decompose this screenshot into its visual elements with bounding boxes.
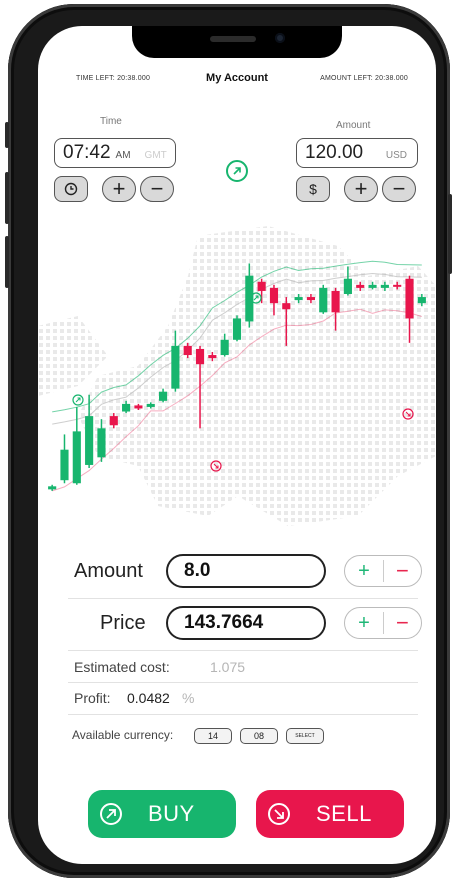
price-plus-button[interactable]: + [345, 613, 383, 633]
price-input[interactable]: 143.7664 [166, 606, 326, 640]
currency-b-chip[interactable]: 08 [240, 728, 278, 744]
divider [68, 598, 418, 599]
candle-body [122, 403, 131, 412]
speaker-grille [210, 36, 256, 42]
mute-switch [5, 122, 9, 148]
amount-left: AMOUNT LEFT: 20:38.000 [320, 75, 408, 82]
divider [68, 714, 418, 715]
candle-body [97, 428, 106, 458]
sell-button[interactable]: SELL [256, 790, 404, 838]
candle-body [331, 290, 340, 313]
candlestick-chart [38, 226, 436, 526]
candle-body [282, 303, 291, 310]
estimated-cost-label: Estimated cost: [74, 659, 170, 675]
profit-unit: % [182, 690, 195, 706]
candle-body [220, 339, 229, 356]
trend-up-icon [226, 160, 248, 182]
amount-currency: USD [385, 150, 407, 161]
candle-body [319, 287, 328, 313]
time-zone: GMT [144, 149, 167, 161]
candle-body [232, 318, 242, 340]
time-plus-button[interactable]: + [102, 176, 136, 202]
candle-body [380, 284, 389, 288]
currency-a-chip[interactable]: 14 [194, 728, 232, 744]
arrow-up-right-icon [100, 803, 122, 825]
arrow-down-right-icon [268, 803, 290, 825]
estimated-cost-value: 1.075 [210, 659, 246, 675]
app-screen: TIME LEFT: 20:38.000 My Account AMOUNT L… [38, 26, 436, 864]
candle-body [48, 486, 57, 490]
candle-body [306, 297, 316, 301]
candle-body [183, 345, 192, 356]
candle-body [171, 345, 180, 389]
divider [68, 682, 418, 683]
buy-button[interactable]: BUY [88, 790, 236, 838]
candle-body [294, 297, 303, 301]
clock-icon [64, 182, 78, 196]
price-minus-button[interactable]: − [384, 612, 421, 634]
notch [132, 26, 342, 58]
phone-frame: TIME LEFT: 20:38.000 My Account AMOUNT L… [5, 4, 452, 878]
candle-body [343, 278, 352, 294]
candle-body [245, 275, 254, 322]
select-currency-button[interactable]: SELECT [286, 728, 324, 744]
amount-top-label: Amount [336, 120, 371, 131]
front-camera [275, 33, 285, 43]
amount-minus-button[interactable]: − [384, 560, 421, 582]
amount-top-value: 120.00 [305, 142, 364, 163]
time-label: Time [100, 116, 122, 127]
amount-top-minus-button[interactable]: − [382, 176, 416, 202]
candle-body [60, 449, 69, 481]
buy-signal-icon [72, 394, 84, 406]
candle-body [393, 284, 402, 287]
candle-body [134, 405, 143, 409]
amount-top-plus-button[interactable]: + [344, 176, 378, 202]
profit-value: 0.0482 [127, 690, 170, 706]
price-label: Price [100, 612, 146, 634]
time-minus-button[interactable]: − [140, 176, 174, 202]
world-map-background [38, 226, 436, 526]
buy-label: BUY [148, 801, 195, 826]
candle-body [195, 348, 205, 365]
volume-up-button [5, 172, 9, 224]
amount-label: Amount [74, 560, 143, 582]
candle-body [146, 403, 155, 407]
account-header: TIME LEFT: 20:38.000 My Account AMOUNT L… [38, 70, 436, 90]
candle-body [269, 287, 279, 304]
divider [68, 650, 418, 651]
available-currency-label: Available currency: [72, 728, 174, 742]
time-value: 07:42 [63, 142, 111, 163]
candle-body [109, 416, 118, 426]
sell-label: SELL [316, 801, 372, 826]
power-button [448, 194, 452, 274]
candle-body [405, 278, 414, 319]
volume-down-button [5, 236, 9, 288]
dollar-button[interactable]: $ [296, 176, 330, 202]
amount-plus-button[interactable]: + [345, 561, 383, 581]
time-field[interactable]: 07:42 AM GMT [54, 138, 176, 168]
candle-body [85, 416, 94, 465]
candle-body [368, 284, 377, 288]
amount-top-field[interactable]: 120.00 USD [296, 138, 418, 168]
amount-stepper[interactable]: + − [344, 555, 422, 587]
candle-body [158, 391, 168, 401]
candle-body [356, 284, 365, 288]
candle-body [257, 281, 266, 291]
amount-input[interactable]: 8.0 [166, 554, 326, 588]
candle-body [417, 297, 426, 304]
candle-body [208, 355, 217, 359]
profit-label: Profit: [74, 690, 111, 706]
time-ampm: AM [115, 149, 131, 161]
clock-button[interactable] [54, 176, 88, 202]
price-stepper[interactable]: + − [344, 607, 422, 639]
candle-body [72, 431, 81, 484]
